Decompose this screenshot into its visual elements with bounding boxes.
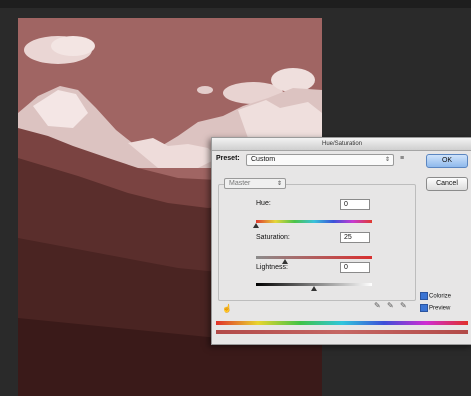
hue-saturation-dialog: Hue/Saturation Preset: Custom ⇕ ≡ OK Can…	[211, 137, 471, 345]
hand-adjust-icon[interactable]: ☝	[222, 304, 232, 313]
colorize-checkbox[interactable]: Colorize	[420, 292, 451, 300]
lightness-input[interactable]: 0	[340, 262, 370, 273]
channel-arrows-icon: ⇕	[276, 181, 282, 187]
dropdown-arrows-icon: ⇕	[384, 157, 390, 163]
saturation-input[interactable]: 25	[340, 232, 370, 243]
eyedropper-plus-icon[interactable]: ✎	[387, 301, 394, 310]
preset-value: Custom	[251, 156, 276, 163]
hue-label: Hue:	[256, 200, 271, 207]
lightness-label: Lightness:	[256, 264, 288, 271]
preview-checkbox[interactable]: Preview	[420, 304, 450, 312]
hue-slider-track[interactable]	[256, 220, 372, 223]
input-color-bar	[216, 321, 468, 325]
eyedropper-minus-icon[interactable]: ✎	[400, 301, 407, 310]
canvas-workspace: Hue/Saturation Preset: Custom ⇕ ≡ OK Can…	[0, 0, 471, 396]
eyedropper-icon[interactable]: ✎	[374, 301, 381, 310]
cancel-button[interactable]: Cancel	[426, 177, 468, 191]
channel-value: Master	[229, 180, 251, 187]
hue-slider-thumb[interactable]	[253, 223, 259, 228]
saturation-label: Saturation:	[256, 234, 290, 241]
channel-dropdown[interactable]: Master ⇕	[224, 178, 286, 189]
preset-options-menu-icon[interactable]: ≡	[400, 155, 404, 162]
checkbox-checked-icon	[420, 304, 428, 312]
colorize-label: Colorize	[429, 293, 452, 300]
ok-button[interactable]: OK	[426, 154, 468, 168]
checkbox-checked-icon	[420, 292, 428, 300]
preset-dropdown[interactable]: Custom ⇕	[246, 154, 394, 166]
menu-strip	[0, 0, 471, 8]
hue-input[interactable]: 0	[340, 199, 370, 210]
lightness-slider-thumb[interactable]	[311, 286, 317, 291]
dialog-title[interactable]: Hue/Saturation	[212, 138, 471, 151]
saturation-slider-track[interactable]	[256, 256, 372, 259]
preview-label: Preview	[429, 305, 451, 312]
output-color-bar	[216, 330, 468, 334]
preset-label: Preset:	[216, 155, 240, 162]
